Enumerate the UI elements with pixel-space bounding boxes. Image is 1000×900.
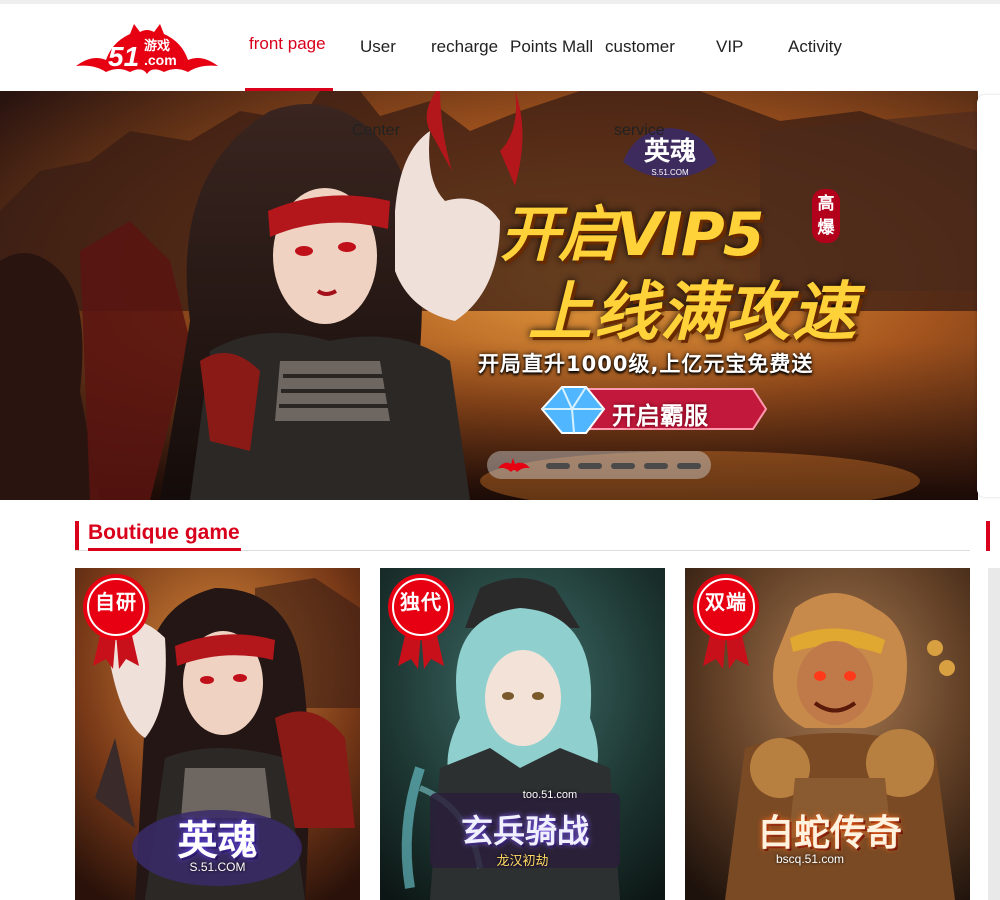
game-domain: bscq.51.com	[775, 852, 845, 866]
game-logo: 白蛇传奇	[757, 812, 902, 854]
game-badge: 双端	[705, 590, 747, 614]
section-marker	[75, 521, 79, 551]
game-logo: 英魂	[177, 817, 258, 864]
svg-text:S.51.COM: S.51.COM	[651, 168, 689, 177]
banner-cta-label: 开启霸服	[612, 402, 708, 430]
nav-customer-service[interactable]: customer	[605, 37, 675, 57]
site-header: 51 游戏 .com front page User recharge Poin…	[0, 4, 1000, 91]
hero-banner[interactable]: 英魂 S.51.COM 开启VIP5 高爆 上线满攻速 开局直升1000级,上亿…	[0, 91, 978, 500]
svg-text:英魂: 英魂	[644, 137, 696, 167]
game-card-xuanbing[interactable]: 独代 too.51.com 玄兵骑战 龙汉初劫	[380, 568, 665, 900]
section-title-underline	[88, 548, 241, 551]
next-card-peek	[988, 568, 1000, 900]
banner-headline-line2: 上线满攻速	[528, 276, 858, 350]
nav-customer-service-line2[interactable]: service	[614, 122, 665, 140]
game-domain: S.51.COM	[189, 860, 246, 874]
nav-user-center-line2[interactable]: Center	[352, 122, 400, 140]
nav-points-mall[interactable]: Points Mall	[510, 37, 593, 57]
game-card-yinghun[interactable]: 自研 英魂 S.51.COM	[75, 568, 360, 900]
nav-activity[interactable]: Activity	[788, 37, 842, 57]
carousel-dot-6[interactable]	[677, 463, 701, 469]
carousel-dot-4[interactable]	[611, 463, 635, 469]
carousel-dot-active[interactable]	[497, 456, 531, 474]
side-panel[interactable]	[977, 95, 1000, 497]
game-subtitle: 龙汉初劫	[496, 853, 549, 868]
carousel-dot-2[interactable]	[546, 463, 570, 469]
main-nav: front page User recharge Points Mall cus…	[0, 4, 1000, 91]
game-card-baishe[interactable]: 双端 白蛇传奇 bscq.51.com	[685, 568, 970, 900]
game-domain: too.51.com	[522, 789, 578, 801]
banner-subtitle: 开局直升1000级,上亿元宝免费送	[478, 352, 814, 376]
banner-headline-line1: 开启VIP5	[500, 200, 764, 270]
carousel-dot-5[interactable]	[644, 463, 668, 469]
nav-user-center[interactable]: User	[360, 37, 396, 57]
carousel-dot-3[interactable]	[578, 463, 602, 469]
nav-recharge[interactable]: recharge	[431, 37, 498, 57]
game-badge: 自研	[95, 590, 137, 614]
section-title: Boutique game	[88, 521, 240, 544]
nav-vip[interactable]: VIP	[716, 37, 743, 57]
game-badge: 独代	[400, 590, 442, 614]
game-logo: 玄兵骑战	[460, 812, 589, 850]
carousel-indicators	[487, 451, 711, 479]
section-marker-right	[986, 521, 990, 551]
nav-front-page[interactable]: front page	[249, 34, 326, 54]
banner-tag: 高爆	[812, 189, 840, 243]
